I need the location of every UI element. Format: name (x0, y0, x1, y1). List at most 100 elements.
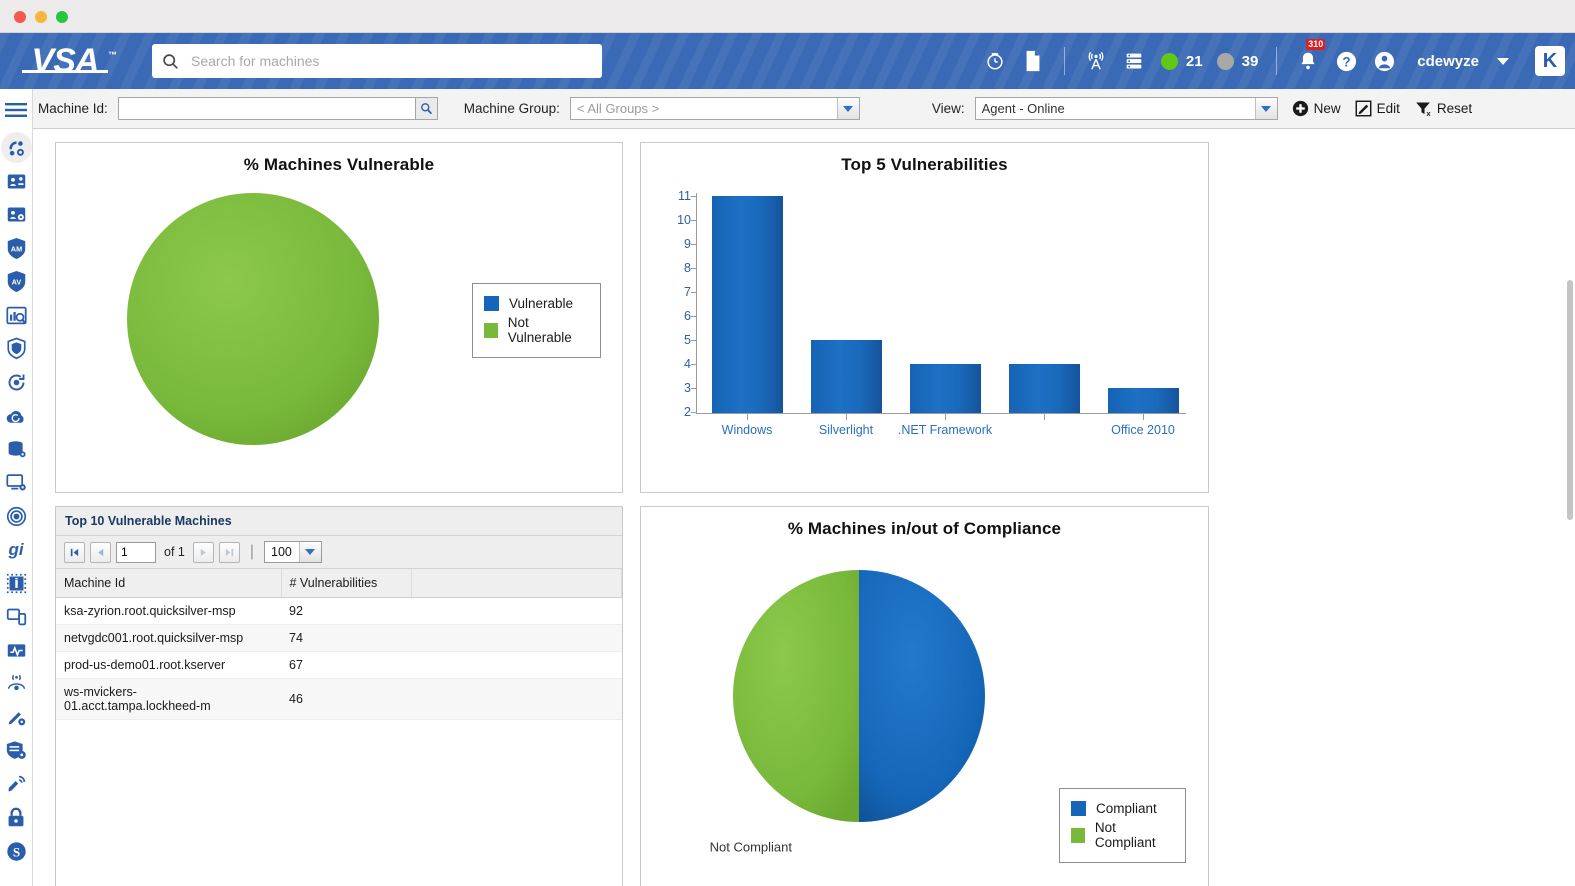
search-input[interactable] (189, 52, 592, 70)
column-header-machine-id[interactable]: Machine Id (56, 569, 281, 598)
view-select[interactable]: Agent - Online (975, 97, 1278, 120)
vulnerable-machines-table: Machine Id # Vulnerabilities ksa-zyrion.… (56, 569, 622, 720)
sidebar-rail: AM AV gi (0, 89, 33, 886)
sidebar-item-security-lock[interactable] (0, 801, 32, 835)
header-divider-2 (1276, 47, 1277, 75)
page-number-input[interactable] (116, 542, 156, 563)
username-label[interactable]: cdewyze (1417, 53, 1479, 70)
y-tick-2: 2 (669, 405, 691, 419)
y-tick-mark (691, 268, 697, 269)
x-tick-mark (747, 413, 748, 420)
page-count-label: of 1 (164, 545, 185, 559)
sidebar-item-backup[interactable] (0, 366, 32, 400)
sidebar-item-audit[interactable] (0, 299, 32, 333)
chevron-down-icon[interactable] (1497, 58, 1509, 65)
header-divider (1064, 47, 1065, 75)
maximize-window-button[interactable] (56, 11, 68, 23)
column-header-vulnerabilities[interactable]: # Vulnerabilities (281, 569, 411, 598)
sidebar-item-network-monitor[interactable] (0, 667, 32, 701)
table-row[interactable]: ksa-zyrion.root.quicksilver-msp 92 (56, 598, 622, 625)
menu-hamburger-icon[interactable] (0, 89, 32, 131)
new-button[interactable]: New (1292, 100, 1341, 117)
notification-badge: 310 (1306, 39, 1325, 50)
view-chevron-down-icon[interactable] (1255, 98, 1277, 119)
sidebar-item-service-billing[interactable]: S (0, 835, 32, 869)
pie-slice-compliant (859, 570, 985, 822)
y-tick-mark (691, 340, 697, 341)
bar-net-framework[interactable] (910, 364, 981, 413)
page-scrollbar[interactable] (1567, 280, 1573, 520)
minimize-window-button[interactable] (35, 11, 47, 23)
sidebar-item-policy-config[interactable] (0, 734, 32, 768)
x-tick-mark (846, 413, 847, 420)
sidebar-item-data-backup[interactable] (0, 433, 32, 467)
machine-group-select[interactable]: < All Groups > (570, 97, 860, 120)
logo-underline (22, 70, 108, 73)
close-window-button[interactable] (14, 11, 26, 23)
bar-unlabeled[interactable] (1009, 364, 1080, 413)
servers-icon[interactable] (1115, 33, 1153, 89)
next-page-button[interactable] (193, 542, 214, 563)
search-box[interactable] (152, 44, 602, 78)
broadcast-icon[interactable] (1077, 33, 1115, 89)
bar-silverlight[interactable] (811, 340, 882, 413)
sidebar-item-security[interactable] (0, 332, 32, 366)
bar-windows[interactable] (712, 196, 783, 413)
y-axis-line (696, 193, 697, 413)
sidebar-item-antimalware[interactable]: AM (0, 232, 32, 266)
legend-swatch-not-compliant (1071, 828, 1085, 843)
cell-spacer (411, 652, 622, 679)
window-titlebar (0, 0, 1575, 33)
sidebar-item-patch-management[interactable] (0, 701, 32, 735)
alarm-clock-icon[interactable] (976, 33, 1014, 89)
grid-pager: of 1 | 100 (56, 536, 622, 569)
cell-machine-id: ws-mvickers-01.acct.tampa.lockheed-m (56, 679, 281, 720)
page-size-select[interactable]: 100 (264, 541, 322, 563)
cell-vulnerabilities: 74 (281, 625, 411, 652)
sidebar-item-info-center[interactable] (0, 567, 32, 601)
sidebar-item-discovery[interactable] (0, 500, 32, 534)
y-tick-5: 5 (669, 333, 691, 347)
last-page-button[interactable] (219, 542, 240, 563)
legend-item-vulnerable[interactable]: Vulnerable (484, 296, 589, 311)
help-icon[interactable]: ? (1327, 33, 1365, 89)
sidebar-item-mobile-management[interactable] (0, 600, 32, 634)
view-value: Agent - Online (976, 101, 1255, 116)
document-icon[interactable] (1014, 33, 1052, 89)
legend-item-compliant[interactable]: Compliant (1071, 801, 1174, 816)
sidebar-item-cloud-backup[interactable] (0, 399, 32, 433)
svg-text:x: x (1426, 109, 1431, 117)
view-label: View: (932, 101, 965, 116)
table-row[interactable]: netvgdc001.root.quicksilver-msp 74 (56, 625, 622, 652)
notifications-bell-icon[interactable]: 310 (1289, 33, 1327, 89)
bar-office-2010[interactable] (1108, 388, 1179, 413)
sidebar-item-antivirus[interactable]: AV (0, 265, 32, 299)
machine-id-field[interactable] (118, 97, 438, 120)
sidebar-item-gi-module[interactable]: gi (0, 533, 32, 567)
table-row[interactable]: prod-us-demo01.root.kserver 67 (56, 652, 622, 679)
x-axis-line (696, 413, 1186, 414)
table-row[interactable]: ws-mvickers-01.acct.tampa.lockheed-m 46 (56, 679, 622, 720)
legend-item-not-compliant[interactable]: Not Compliant (1071, 820, 1174, 850)
page-size-chevron-down-icon[interactable] (299, 542, 321, 562)
previous-page-button[interactable] (90, 542, 111, 563)
vsa-logo-text: VSA (32, 42, 99, 81)
sidebar-item-remote-control[interactable] (0, 768, 32, 802)
sidebar-item-monitor[interactable] (0, 634, 32, 668)
sidebar-item-policy-management[interactable] (0, 198, 32, 232)
machine-id-search-icon[interactable] (415, 98, 437, 119)
first-page-button[interactable] (64, 542, 85, 563)
machine-group-chevron-down-icon[interactable] (837, 98, 859, 119)
legend-label-not-vulnerable: Not Vulnerable (508, 315, 589, 345)
search-icon (162, 53, 179, 70)
sidebar-item-agent-config[interactable] (0, 131, 32, 165)
pencil-square-icon (1355, 100, 1372, 117)
machine-id-label: Machine Id: (38, 101, 108, 116)
legend-item-not-vulnerable[interactable]: Not Vulnerable (484, 315, 589, 345)
user-account-icon[interactable] (1365, 33, 1403, 89)
machine-id-input[interactable] (119, 98, 415, 119)
reset-button[interactable]: x Reset (1414, 100, 1472, 117)
edit-button[interactable]: Edit (1355, 100, 1400, 117)
sidebar-item-agent-procedures[interactable] (0, 165, 32, 199)
sidebar-item-desktop-management[interactable] (0, 466, 32, 500)
